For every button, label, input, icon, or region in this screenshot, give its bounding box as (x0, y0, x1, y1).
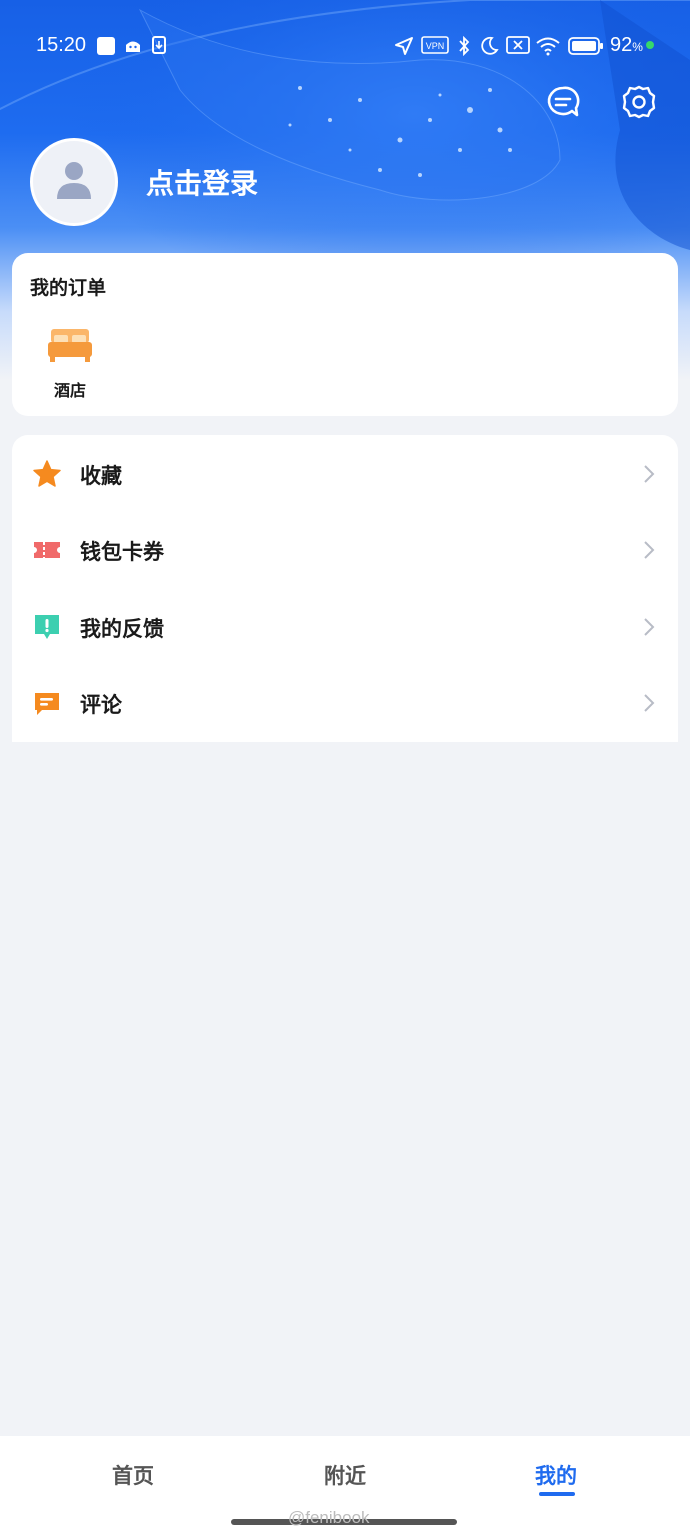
menu-list: 收藏 钱包卡券 我的反馈 评论 (12, 435, 678, 742)
avatar[interactable] (30, 138, 118, 226)
settings-button[interactable] (621, 84, 657, 120)
vpn-icon: VPN (421, 36, 449, 54)
sim-off-icon (506, 36, 530, 54)
tab-home[interactable]: 首页 (73, 1460, 193, 1490)
battery-icon (568, 37, 603, 55)
order-hotel[interactable]: 酒店 (42, 327, 98, 400)
chevron-right-icon (644, 618, 655, 636)
message-icon (547, 86, 580, 117)
android-icon (126, 41, 140, 52)
menu-item-favorites[interactable]: 收藏 (12, 436, 678, 512)
chevron-right-icon (644, 465, 655, 483)
privacy-indicator (646, 41, 654, 49)
status-bar: 15:20 VPN 92% (0, 28, 690, 64)
orders-title: 我的订单 (30, 277, 107, 299)
download-icon (152, 36, 166, 54)
watermark: @fenibook (288, 1508, 370, 1527)
moon-icon (481, 36, 499, 55)
svg-text:VPN: VPN (426, 41, 445, 51)
user-icon (57, 162, 91, 199)
location-arrow-icon (395, 37, 413, 55)
menu-item-comments[interactable]: 评论 (12, 665, 678, 741)
order-hotel-label: 酒店 (53, 381, 86, 400)
menu-item-label: 钱包卡券 (80, 540, 164, 564)
star-icon (33, 460, 61, 487)
menu-item-label: 我的反馈 (80, 617, 164, 641)
chevron-right-icon (644, 694, 655, 712)
chevron-right-icon (644, 541, 655, 559)
wifi-icon (536, 37, 560, 56)
notification-square-icon (97, 37, 115, 55)
menu-item-wallet[interactable]: 钱包卡券 (12, 512, 678, 588)
active-tab-indicator (539, 1492, 575, 1496)
login-link[interactable]: 点击登录 (146, 162, 258, 202)
gear-icon (622, 85, 656, 119)
menu-item-label: 评论 (80, 693, 122, 717)
battery-percent: 92% (610, 34, 643, 56)
feedback-icon (35, 615, 59, 639)
tab-nearby[interactable]: 附近 (285, 1460, 405, 1490)
bluetooth-icon (459, 36, 470, 56)
message-button[interactable] (545, 84, 581, 120)
bed-icon (48, 329, 92, 362)
ticket-icon (34, 542, 60, 558)
comment-icon (35, 693, 59, 715)
menu-item-label: 收藏 (80, 464, 122, 488)
orders-card: 我的订单 酒店 (12, 253, 678, 416)
status-time: 15:20 (36, 34, 87, 56)
tab-mine[interactable]: 我的 (496, 1460, 616, 1490)
menu-item-feedback[interactable]: 我的反馈 (12, 589, 678, 665)
